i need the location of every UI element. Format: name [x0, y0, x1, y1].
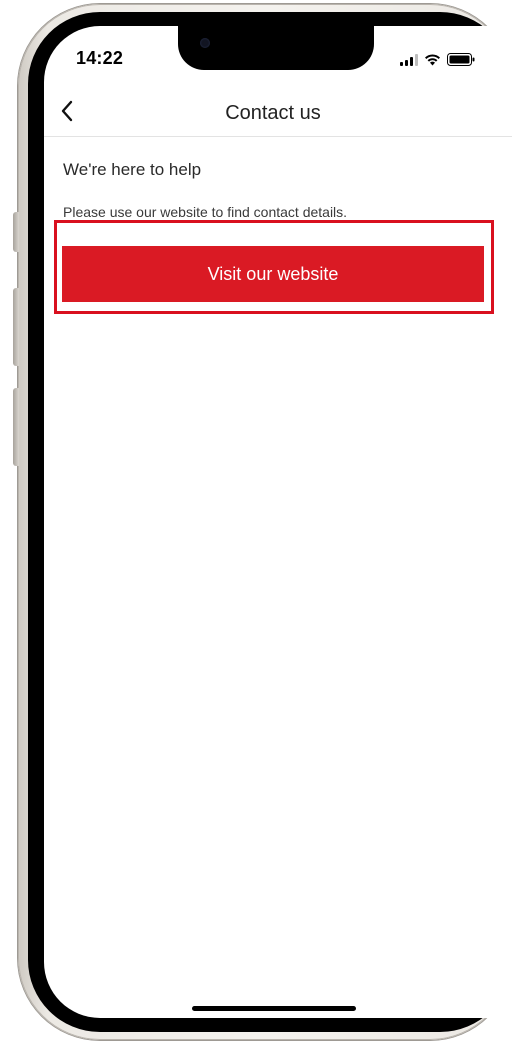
- status-time: 14:22: [76, 48, 124, 68]
- signal-icon: [400, 54, 418, 66]
- camera-icon: [200, 38, 210, 48]
- status-icons: [400, 52, 475, 66]
- page-title: Contact us: [225, 102, 321, 124]
- navigation-bar: Contact us: [44, 92, 512, 137]
- battery-icon: [447, 53, 475, 66]
- section-heading: We're here to help: [63, 160, 202, 179]
- app-screen: 14:22 Contact us We're here to help Plea…: [44, 26, 512, 1018]
- visit-website-button[interactable]: Visit our website: [62, 246, 484, 302]
- volume-down-button: [13, 388, 19, 466]
- notch: [178, 26, 374, 70]
- help-text: Please use our website to find contact d…: [63, 204, 348, 220]
- silent-switch: [13, 212, 19, 252]
- home-indicator[interactable]: [192, 1006, 356, 1011]
- volume-up-button: [13, 288, 19, 366]
- wifi-icon: [424, 53, 441, 66]
